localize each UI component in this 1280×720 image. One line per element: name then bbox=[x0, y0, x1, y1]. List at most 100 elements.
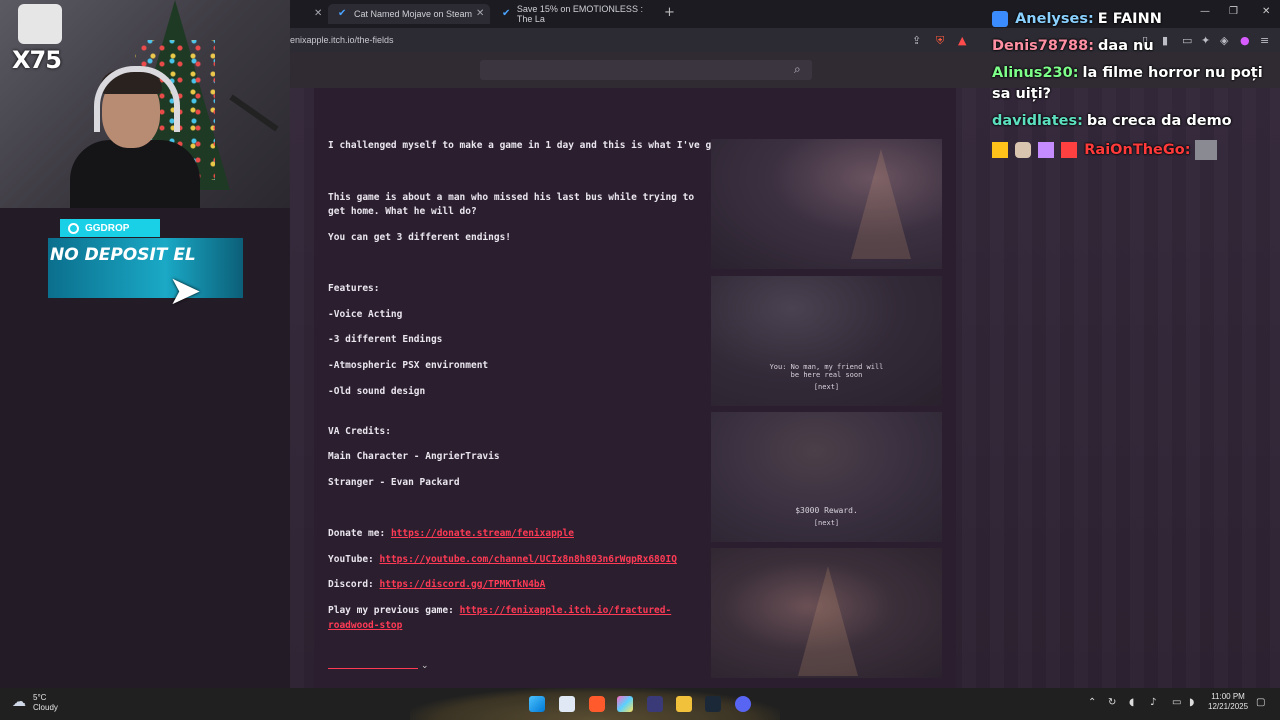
notification-icon[interactable]: ▢ bbox=[1256, 697, 1265, 708]
weather-widget[interactable]: 5°C Cloudy bbox=[33, 693, 58, 713]
vpn-icon[interactable]: ◈ bbox=[1220, 34, 1228, 47]
chat-message: Denis78788: daa nu bbox=[992, 38, 1154, 54]
window-close-icon[interactable]: ✕ bbox=[1262, 6, 1270, 17]
maximize-icon[interactable]: ❐ bbox=[1229, 6, 1238, 17]
network-icon[interactable]: ▭ bbox=[1172, 697, 1181, 708]
chat-text: ba creca da demo bbox=[1086, 113, 1232, 129]
youtube-label: YouTube: bbox=[328, 554, 374, 565]
weather-condition: Cloudy bbox=[33, 703, 58, 712]
close-tab-icon[interactable]: ✕ bbox=[314, 8, 322, 19]
chat-username: Denis78788: bbox=[992, 38, 1095, 54]
brave-browser-icon[interactable] bbox=[589, 696, 605, 712]
chat-username: davidlates: bbox=[992, 113, 1083, 129]
streetlight-glow bbox=[798, 566, 858, 676]
cloud-icon[interactable]: ☁ bbox=[12, 694, 26, 710]
chevron-down-icon[interactable]: ⌄ bbox=[421, 661, 429, 671]
emote-icon bbox=[1194, 140, 1217, 160]
gift-badge-icon bbox=[1038, 142, 1055, 158]
youtube-link[interactable]: https://youtube.com/channel/UCIx8n8h803n… bbox=[380, 554, 677, 565]
game-screenshot[interactable] bbox=[711, 548, 942, 678]
crown-badge-icon bbox=[992, 142, 1008, 158]
wallet-icon[interactable]: ▭ bbox=[1182, 34, 1192, 47]
screenshot-caption: You: No man, my friend will bbox=[769, 363, 884, 371]
tab-title: Cat Named Mojave on Steam bbox=[354, 9, 473, 19]
speaker-icon[interactable]: ◖ bbox=[1129, 697, 1134, 708]
screenshot-caption: $3000 Reward. bbox=[795, 506, 858, 515]
chat-text: la filme horror nu poți bbox=[1082, 65, 1263, 81]
chat-message: RaiOnTheGo: bbox=[992, 140, 1219, 160]
clock-date: 12/21/2025 bbox=[1208, 702, 1249, 711]
description-line: I challenged myself to make a game in 1 … bbox=[328, 140, 723, 151]
game-screenshot[interactable]: You: No man, my friend will be here real… bbox=[711, 276, 942, 406]
clock-time: 11:00 PM bbox=[1211, 692, 1245, 701]
feature-item: -Voice Acting bbox=[328, 309, 403, 320]
start-button-icon[interactable] bbox=[529, 696, 545, 712]
ggdrop-banner-text: NO DEPOSIT EL bbox=[50, 245, 196, 265]
app-icon[interactable] bbox=[617, 696, 633, 712]
chat-username: Alinus230: bbox=[992, 65, 1079, 81]
more-info-divider bbox=[328, 668, 418, 669]
chat-username: RaiOnTheGo: bbox=[1084, 142, 1191, 158]
steam-favicon-icon: ✔ bbox=[338, 8, 347, 19]
volume-icon[interactable]: ◗ bbox=[1189, 697, 1194, 708]
multiplier-badge: X75 bbox=[12, 46, 62, 74]
chevron-up-icon[interactable]: ⌃ bbox=[1088, 697, 1096, 708]
share-icon[interactable]: ⇪ bbox=[912, 34, 921, 47]
steam-icon[interactable] bbox=[705, 696, 721, 712]
tab-emotionless[interactable]: ✔ Save 15% on EMOTIONLESS : The La bbox=[494, 4, 656, 24]
donate-link[interactable]: https://donate.stream/fenixapple bbox=[391, 528, 574, 539]
previous-game-link-2[interactable]: roadwood-stop bbox=[328, 620, 402, 631]
tab-cat-named-mojave[interactable]: ✔ Cat Named Mojave on Steam ✕ bbox=[328, 4, 490, 24]
minimize-icon[interactable]: — bbox=[1200, 6, 1210, 17]
headphones bbox=[94, 66, 180, 132]
menu-icon[interactable]: ≡ bbox=[1260, 34, 1269, 47]
url-field[interactable]: enixapple.itch.io/the-fields bbox=[290, 35, 394, 45]
game-screenshot[interactable]: $3000 Reward. [next] bbox=[711, 412, 942, 542]
previous-game-label: Play my previous game: bbox=[328, 605, 454, 616]
game-screenshot[interactable] bbox=[711, 139, 942, 269]
chat-username: Anelyses: bbox=[1015, 11, 1094, 27]
chat-message-continued: sa uiți? bbox=[992, 86, 1051, 102]
credits-heading: VA Credits: bbox=[328, 426, 391, 437]
discord-link[interactable]: https://discord.gg/TPMKTkN4bA bbox=[380, 579, 546, 590]
discord-line: Discord: https://discord.gg/TPMKTkN4bA bbox=[328, 579, 545, 590]
search-input[interactable] bbox=[480, 60, 812, 80]
brave-shield-icon[interactable]: ⛨ bbox=[936, 34, 944, 48]
credit-item: Stranger - Evan Packard bbox=[328, 477, 460, 488]
sync-icon[interactable]: ↻ bbox=[1108, 697, 1116, 708]
chat-message: davidlates: ba creca da demo bbox=[992, 113, 1232, 129]
rewards-icon[interactable]: ▲ bbox=[958, 34, 966, 47]
app-icon[interactable] bbox=[647, 696, 663, 712]
system-clock[interactable]: 11:00 PM 12/21/2025 bbox=[1208, 692, 1248, 712]
screenshot-caption: be here real soon bbox=[790, 371, 863, 379]
new-tab-icon[interactable]: + bbox=[664, 5, 675, 20]
discord-icon[interactable] bbox=[735, 696, 751, 712]
file-explorer-icon[interactable] bbox=[676, 696, 692, 712]
chat-message: Alinus230: la filme horror nu poți bbox=[992, 65, 1263, 81]
description-line: You can get 3 different endings! bbox=[328, 232, 512, 243]
streetlight-glow bbox=[851, 149, 911, 259]
leo-ai-icon[interactable]: ✦ bbox=[1201, 34, 1210, 47]
previous-game-line-2: roadwood-stop bbox=[328, 620, 402, 631]
previous-game-link[interactable]: https://fenixapple.itch.io/fractured- bbox=[460, 605, 672, 616]
ggdrop-tag: GGDROP bbox=[60, 219, 160, 237]
discord-label: Discord: bbox=[328, 579, 374, 590]
sidebar-icon[interactable]: ▮ bbox=[1162, 34, 1168, 47]
search-icon[interactable]: ⌕ bbox=[794, 62, 801, 77]
ggdrop-logo-icon bbox=[68, 222, 79, 234]
ggdrop-label: GGDROP bbox=[85, 222, 130, 234]
extension-icon[interactable]: ● bbox=[1240, 34, 1250, 47]
tab-title: Save 15% on EMOTIONLESS : The La bbox=[516, 4, 643, 24]
credit-item: Main Character - AngrierTravis bbox=[328, 451, 500, 462]
cursor-icon: ➤ bbox=[168, 268, 202, 314]
feature-item: -Old sound design bbox=[328, 386, 426, 397]
app-icon[interactable] bbox=[559, 696, 575, 712]
feature-item: -3 different Endings bbox=[328, 334, 443, 345]
microphone-icon[interactable]: ♪ bbox=[1150, 697, 1156, 708]
cat-avatar bbox=[18, 4, 62, 44]
close-tab-icon[interactable]: ✕ bbox=[476, 8, 484, 19]
tab-previous[interactable]: ✕ bbox=[290, 4, 326, 24]
chat-text: sa uiți? bbox=[992, 86, 1052, 102]
temperature: 5°C bbox=[33, 693, 47, 702]
subscriber-badge-icon bbox=[992, 11, 1008, 27]
